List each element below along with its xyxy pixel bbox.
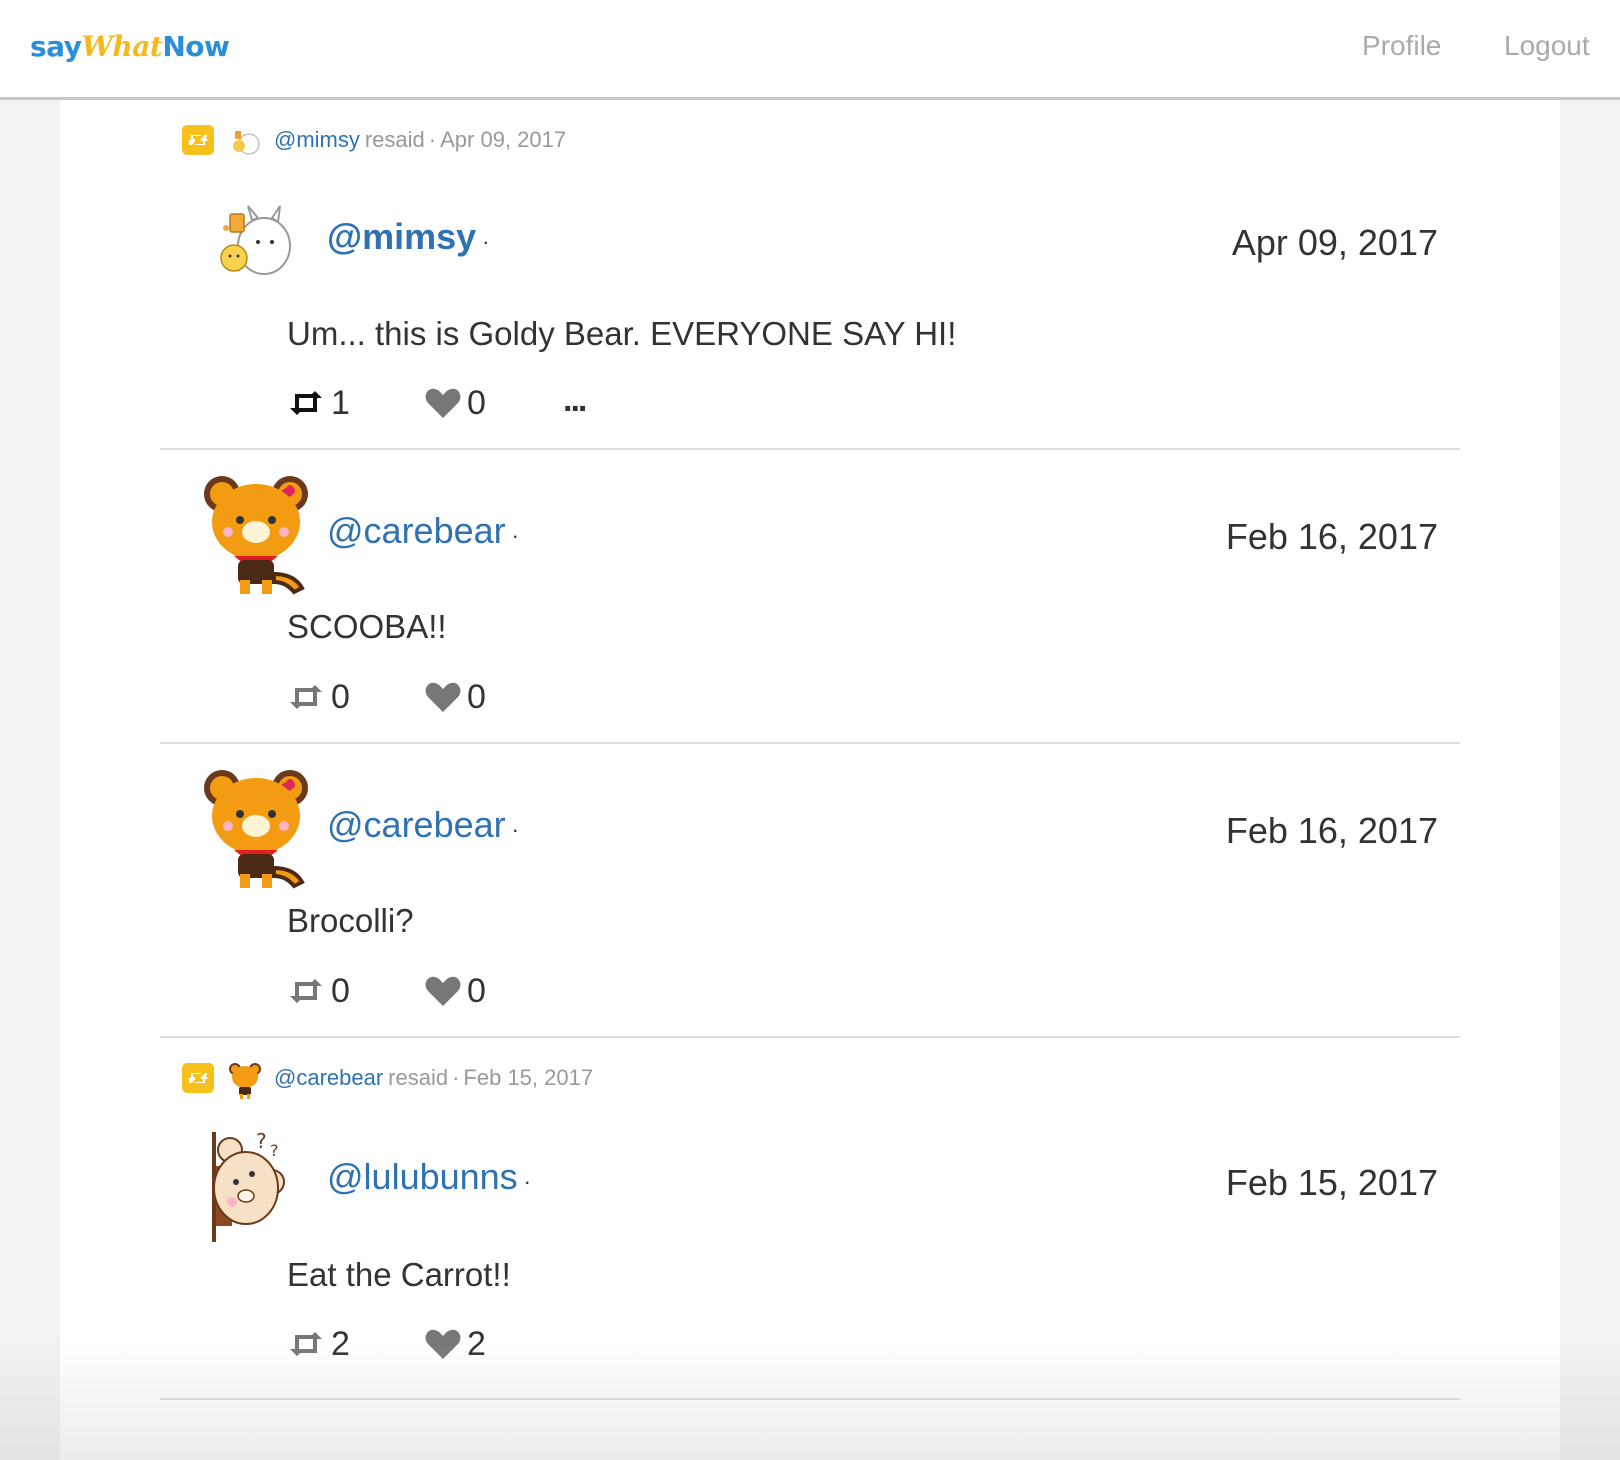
resaid-label: resaid (364, 127, 425, 152)
post-text: Brocolli? (287, 902, 414, 939)
post-text: Eat the Carrot!! (287, 1256, 511, 1293)
resaid-date: Apr 09, 2017 (440, 127, 567, 152)
retweet-button[interactable]: 0 (287, 678, 425, 717)
post-actions: 0 0 (287, 677, 563, 717)
retweet-icon (290, 1332, 322, 1356)
red-panda-avatar-icon (228, 1061, 262, 1099)
like-count: 0 (467, 971, 486, 1010)
like-button[interactable]: 0 (425, 972, 563, 1011)
peeking-bear-avatar-icon[interactable]: ? ? (200, 1126, 310, 1256)
post-date: Feb 16, 2017 (1225, 810, 1438, 851)
red-panda-avatar-icon[interactable] (200, 470, 310, 600)
svg-text:?: ? (256, 1129, 267, 1153)
post-username[interactable]: @mimsy · (327, 216, 490, 258)
more-options-button[interactable]: ... (563, 381, 587, 420)
like-button[interactable]: 0 (425, 384, 563, 423)
resaid-date: Feb 15, 2017 (463, 1065, 594, 1090)
heart-icon (425, 976, 461, 1006)
bunny-chick-avatar-icon[interactable] (200, 200, 310, 330)
post-actions: 2 2 (287, 1324, 563, 1364)
saywhatnow-logo[interactable]: sayWhatNow (30, 30, 230, 63)
retweet-icon (290, 979, 322, 1003)
feed-column: @mimsy resaid · Apr 09, 2017 @mimsy · Apr… (60, 100, 1560, 1460)
post-username[interactable]: @carebear · (327, 804, 519, 846)
retweet-button[interactable]: 1 (287, 384, 425, 423)
retweet-button[interactable]: 0 (287, 972, 425, 1011)
post-username[interactable]: @lulubunns · (327, 1156, 531, 1198)
profile-link[interactable]: Profile (1362, 30, 1441, 62)
username-dot: · (511, 523, 519, 548)
post-actions: 1 0 ... (287, 381, 587, 423)
post-username-text[interactable]: @carebear (327, 804, 506, 845)
like-count: 2 (467, 1324, 486, 1363)
retweet-icon (290, 391, 322, 415)
retweet-count: 0 (331, 677, 350, 716)
username-dot: · (511, 817, 519, 842)
resaid-username[interactable]: @mimsy (274, 127, 360, 153)
heart-icon (425, 388, 461, 418)
resaid-icon (182, 1063, 214, 1093)
logo-say: say (30, 30, 82, 63)
resaid-icon (182, 125, 214, 155)
retweet-icon (290, 685, 322, 709)
like-button[interactable]: 2 (425, 1325, 563, 1364)
logout-link[interactable]: Logout (1504, 30, 1590, 62)
resaid-separator: · (452, 1065, 460, 1090)
username-dot: · (523, 1169, 531, 1194)
post-item: @carebear · Feb 16, 2017 SCOOBA!! 0 0 (160, 450, 1460, 744)
heart-icon (425, 1329, 461, 1359)
post-username-text[interactable]: @lulubunns (327, 1156, 518, 1197)
retweet-count: 1 (331, 383, 350, 422)
post-text: Um... this is Goldy Bear. EVERYONE SAY H… (287, 315, 957, 352)
red-panda-avatar-icon[interactable] (200, 764, 310, 894)
svg-text:?: ? (270, 1141, 279, 1160)
retweet-count: 2 (331, 1324, 350, 1363)
resaid-banner: @carebear resaid · Feb 15, 2017 (182, 1061, 594, 1099)
post-item: @carebear resaid · Feb 15, 2017 ? ? @lul… (160, 1038, 1460, 1400)
logo-now: Now (162, 30, 230, 63)
username-dot: · (482, 229, 490, 254)
top-navbar: sayWhatNow Profile Logout (0, 0, 1620, 100)
retweet-button[interactable]: 2 (287, 1325, 425, 1364)
post-date: Apr 09, 2017 (1231, 222, 1438, 263)
resaid-separator: · (428, 127, 437, 152)
bunny-chick-avatar-icon (228, 123, 262, 157)
post-actions: 0 0 (287, 971, 563, 1011)
post-text: SCOOBA!! (287, 608, 447, 645)
like-button[interactable]: 0 (425, 678, 563, 717)
post-date: Feb 16, 2017 (1225, 516, 1438, 557)
post-username[interactable]: @carebear · (327, 510, 519, 552)
post-item: @carebear · Feb 16, 2017 Brocolli? 0 0 (160, 744, 1460, 1038)
resaid-label: resaid (388, 1065, 449, 1090)
like-count: 0 (467, 677, 486, 716)
post-username-text[interactable]: @mimsy (327, 216, 476, 257)
retweet-count: 0 (331, 971, 350, 1010)
resaid-banner: @mimsy resaid · Apr 09, 2017 (182, 124, 566, 156)
resaid-username[interactable]: @carebear (274, 1065, 383, 1091)
post-item: @mimsy resaid · Apr 09, 2017 @mimsy · Apr… (160, 100, 1460, 450)
logo-what: What (81, 30, 163, 63)
like-count: 0 (467, 383, 486, 422)
post-date: Feb 15, 2017 (1225, 1162, 1438, 1203)
post-username-text[interactable]: @carebear (327, 510, 506, 551)
heart-icon (425, 682, 461, 712)
